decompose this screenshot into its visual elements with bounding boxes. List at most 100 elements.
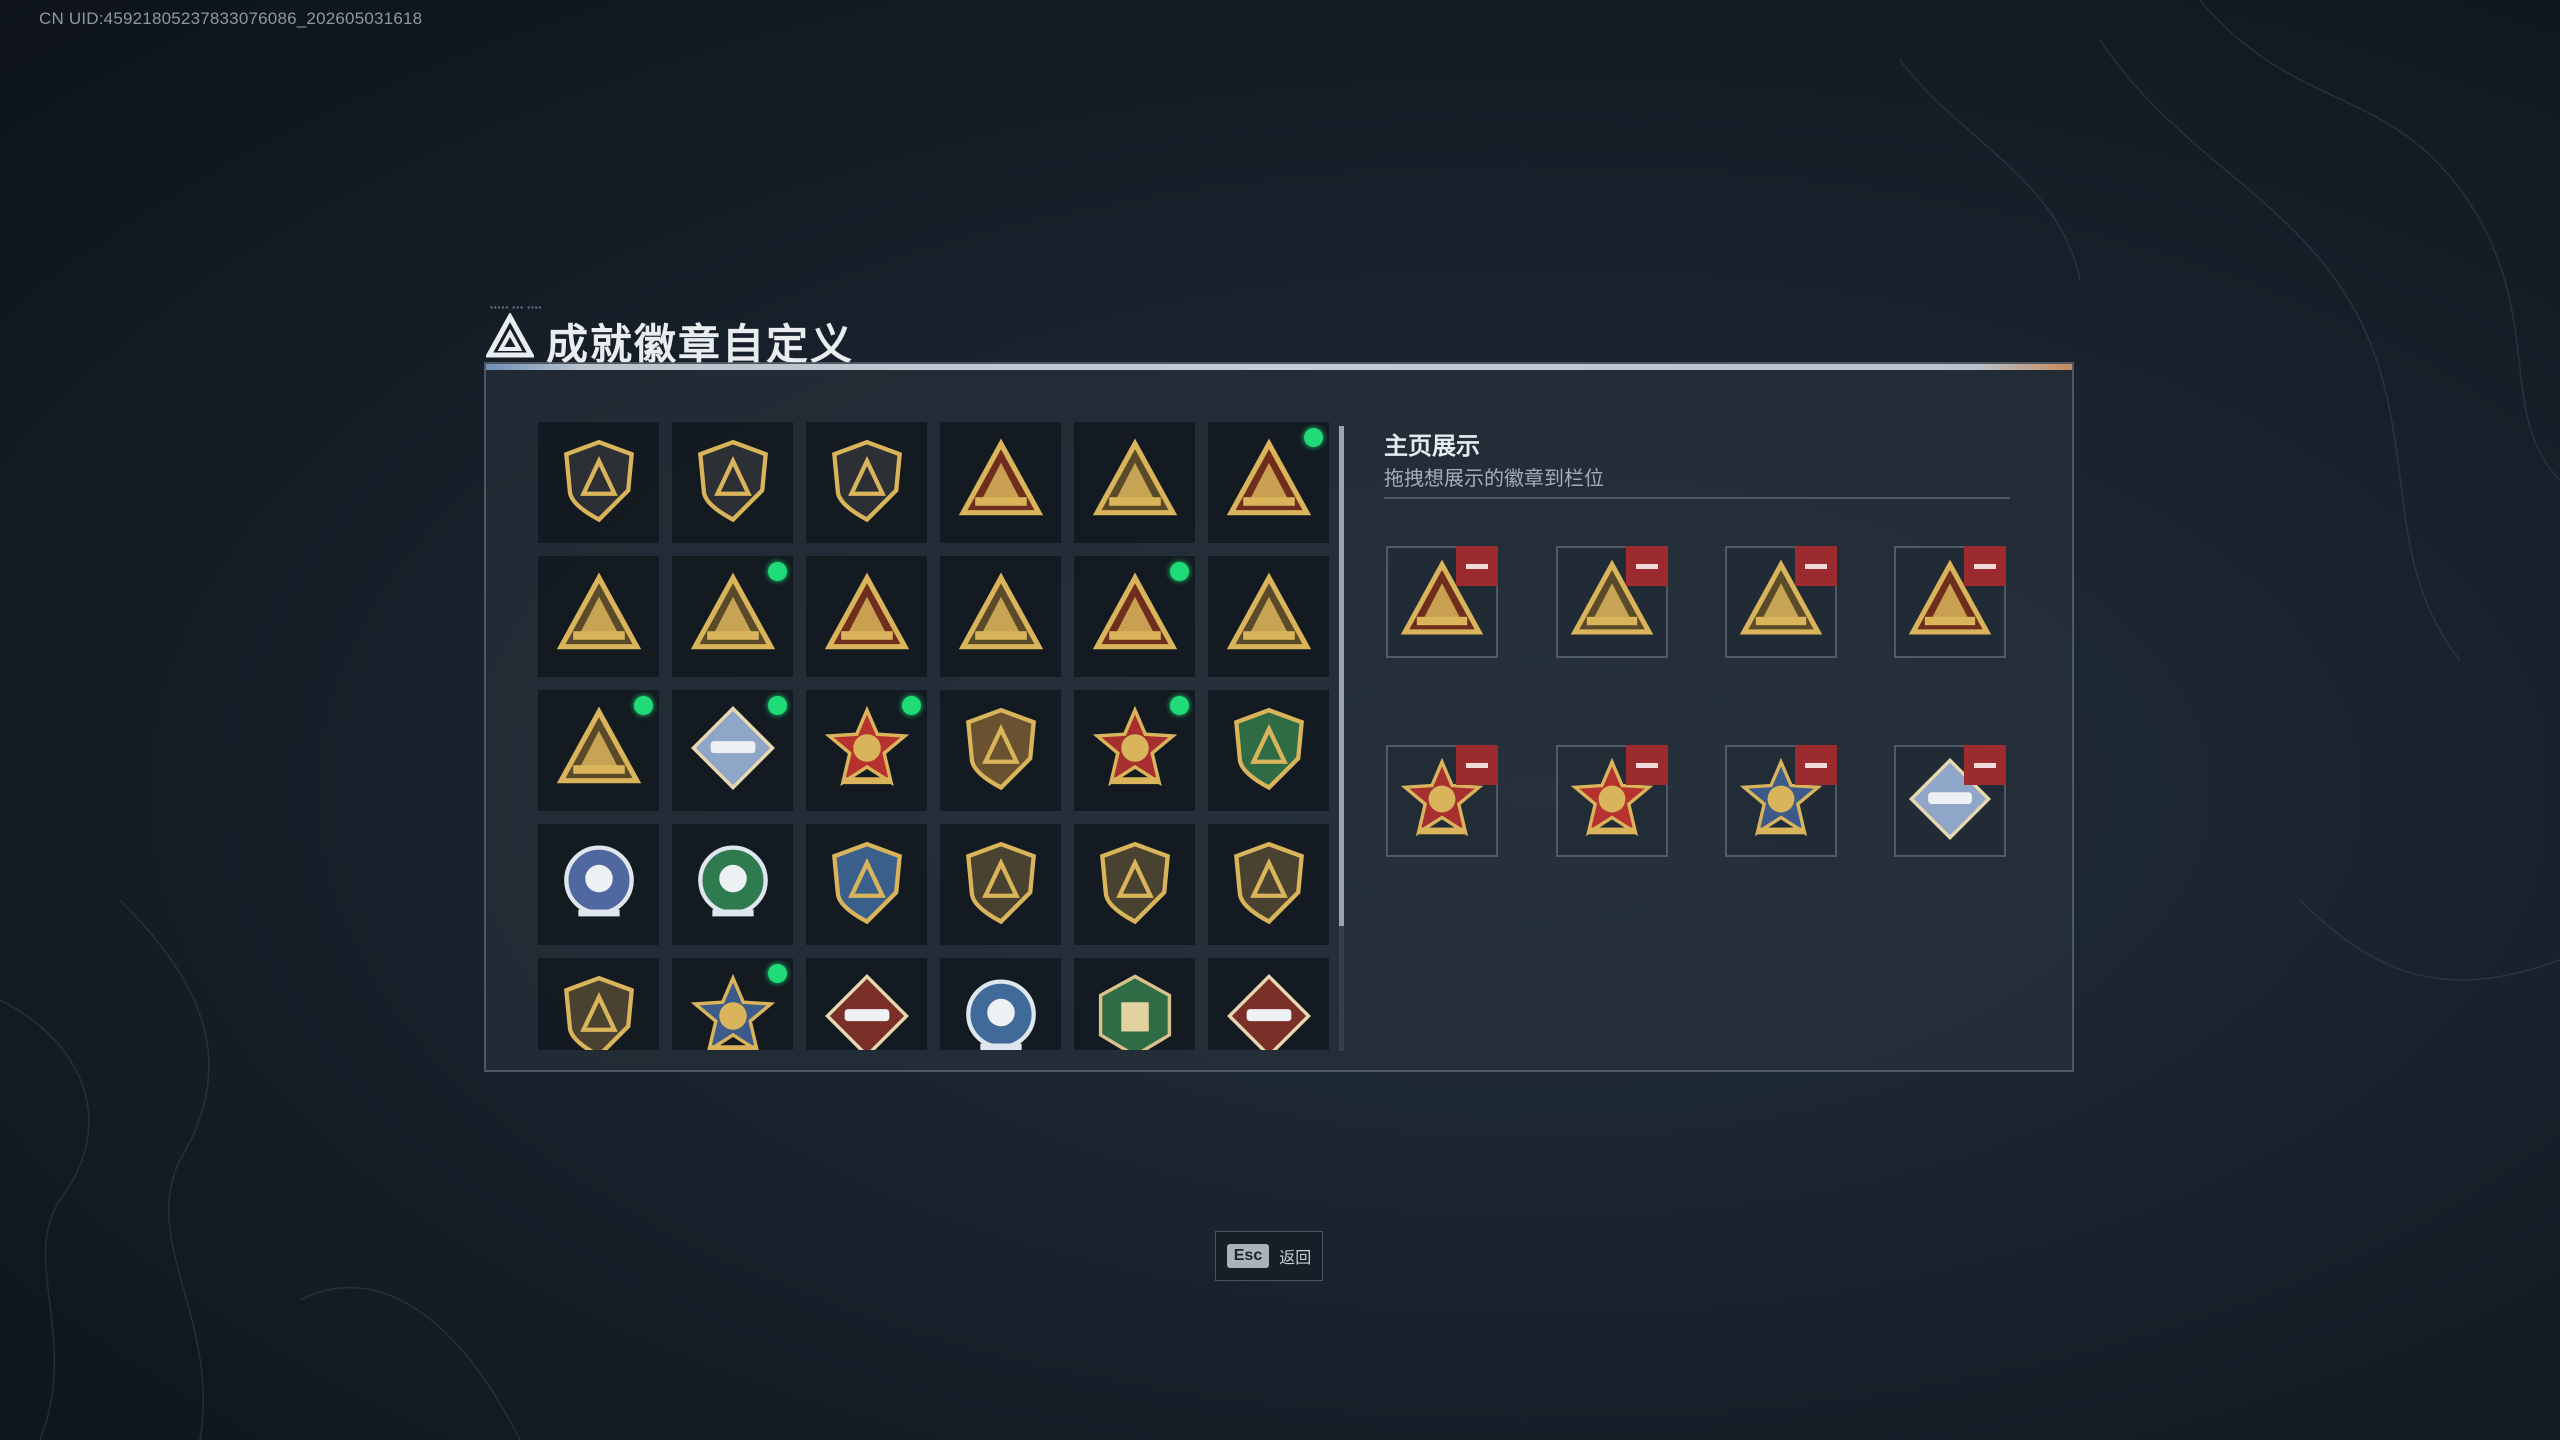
back-button[interactable]: Esc 返回: [1215, 1231, 1323, 1281]
minus-icon: [1636, 762, 1658, 768]
badge-cell[interactable]: [538, 824, 659, 945]
badge-cell[interactable]: [940, 556, 1061, 677]
badge-cell[interactable]: [1074, 958, 1195, 1050]
sniper-shield-badge-icon: [1092, 839, 1178, 930]
scrollbar-thumb[interactable]: [1339, 426, 1344, 926]
badge-cell[interactable]: [940, 958, 1061, 1050]
badge-cell[interactable]: [1208, 422, 1329, 543]
badge-cell[interactable]: [806, 824, 927, 945]
remove-badge-button[interactable]: [1795, 745, 1837, 785]
eye-triangle-badge-icon: [958, 437, 1044, 528]
new-indicator-dot: [768, 696, 787, 715]
badge-cell[interactable]: [672, 958, 793, 1050]
header-decoration: ▪▪▪▪▪ ▪▪▪ ▪▪▪▪: [490, 303, 543, 312]
hexagon-soldier-badge-icon: [1092, 973, 1178, 1050]
badge-cell[interactable]: [806, 422, 927, 543]
showcase-title: 主页展示: [1384, 433, 1480, 460]
badge-grid-scrollbar[interactable]: [1339, 426, 1344, 1051]
remove-badge-button[interactable]: [1456, 745, 1498, 785]
sword-shield-badge-icon: [824, 437, 910, 528]
new-indicator-dot: [1170, 562, 1189, 581]
knife-shield-badge-icon: [556, 973, 642, 1050]
showcase-slot[interactable]: [1894, 546, 2006, 658]
gold-crest-badge-icon: [690, 973, 776, 1050]
crosshair-shield-badge-icon: [824, 839, 910, 930]
showcase-slot[interactable]: [1556, 546, 1668, 658]
eagle-round-badge-icon: [958, 973, 1044, 1050]
remove-badge-button[interactable]: [1964, 745, 2006, 785]
badge-customize-panel: 主页展示 拖拽想展示的徽章到栏位: [484, 362, 2074, 1072]
wolf-diamond-badge-icon: [824, 973, 910, 1050]
showcase-divider: [1384, 497, 2010, 499]
remove-badge-button[interactable]: [1626, 546, 1668, 586]
new-indicator-dot: [1170, 696, 1189, 715]
badge-cell[interactable]: [1074, 556, 1195, 677]
launcher-diamond-badge-icon: [690, 705, 776, 796]
showcase-slot[interactable]: [1386, 745, 1498, 857]
new-indicator-dot: [768, 964, 787, 983]
back-label: 返回: [1279, 1250, 1312, 1267]
badge-cell[interactable]: [940, 690, 1061, 811]
showcase-slot[interactable]: [1386, 546, 1498, 658]
page-header: ▪▪▪▪▪ ▪▪▪ ▪▪▪▪ 成就徽章自定义: [486, 303, 2076, 368]
minus-icon: [1466, 762, 1488, 768]
badge-cell[interactable]: [538, 690, 659, 811]
showcase-slot[interactable]: [1556, 745, 1668, 857]
star-medal-badge-icon: [824, 705, 910, 796]
bag-55-triangle-badge-icon: [1092, 437, 1178, 528]
minus-icon: [1974, 762, 1996, 768]
badge-cell[interactable]: [806, 556, 927, 677]
badge-cell[interactable]: [1208, 690, 1329, 811]
remove-badge-button[interactable]: [1795, 546, 1837, 586]
badge-cell[interactable]: [672, 690, 793, 811]
badge-cell[interactable]: [538, 556, 659, 677]
minus-icon: [1805, 563, 1827, 569]
green-burst-badge-icon: [690, 839, 776, 930]
badge-cell[interactable]: [1208, 824, 1329, 945]
badge-cell[interactable]: [1074, 824, 1195, 945]
triangle-logo-icon: [486, 313, 534, 358]
rocket-triangle-badge-icon: [556, 705, 642, 796]
badge-cell[interactable]: [806, 958, 927, 1050]
esc-key-icon: Esc: [1226, 1244, 1270, 1268]
remove-badge-button[interactable]: [1626, 745, 1668, 785]
showcase-slot[interactable]: [1725, 745, 1837, 857]
medic-triangle-badge-icon: [1092, 571, 1178, 662]
helmet-triangle-badge-icon: [556, 571, 642, 662]
showcase-slot[interactable]: [1894, 745, 2006, 857]
shield-triangle-badge-icon: [556, 437, 642, 528]
badge-cell[interactable]: [1208, 958, 1329, 1050]
remove-badge-button[interactable]: [1456, 546, 1498, 586]
badge-cell[interactable]: [672, 824, 793, 945]
minus-icon: [1636, 563, 1658, 569]
tank-triangle-badge-icon: [1226, 437, 1312, 528]
badge-cell[interactable]: [1208, 556, 1329, 677]
smg-shield-badge-icon: [1226, 839, 1312, 930]
uid-text: CN UID:4592180523783307608​6_20260503161…: [39, 9, 423, 28]
helicopter-badge-icon: [690, 437, 776, 528]
showcase-subtitle: 拖拽想展示的徽章到栏位: [1384, 468, 1604, 490]
showcase-slot[interactable]: [1725, 546, 1837, 658]
remove-badge-button[interactable]: [1964, 546, 2006, 586]
dragon-diamond-badge-icon: [1226, 973, 1312, 1050]
badge-cell[interactable]: [1074, 690, 1195, 811]
badge-cell[interactable]: [538, 958, 659, 1050]
number-one-triangle-badge-icon: [824, 571, 910, 662]
badge-cell[interactable]: [672, 556, 793, 677]
badge-cell[interactable]: [1074, 422, 1195, 543]
badge-cell[interactable]: [538, 422, 659, 543]
badge-cell[interactable]: [806, 690, 927, 811]
gunner-triangle-badge-icon: [690, 571, 776, 662]
badge-cell[interactable]: [672, 422, 793, 543]
badge-grid-viewport[interactable]: [538, 422, 1338, 1050]
rifle-shield-badge-icon: [958, 839, 1044, 930]
soldier-triangle-badge-icon: [958, 571, 1044, 662]
badge-cell[interactable]: [940, 422, 1061, 543]
badge-grid: [538, 422, 1338, 1050]
showcase-section: 主页展示 拖拽想展示的徽章到栏位: [1384, 364, 2044, 1064]
new-indicator-dot: [902, 696, 921, 715]
minus-icon: [1466, 563, 1488, 569]
badge-cell[interactable]: [940, 824, 1061, 945]
squad-triangle-badge-icon: [1226, 571, 1312, 662]
minus-icon: [1805, 762, 1827, 768]
